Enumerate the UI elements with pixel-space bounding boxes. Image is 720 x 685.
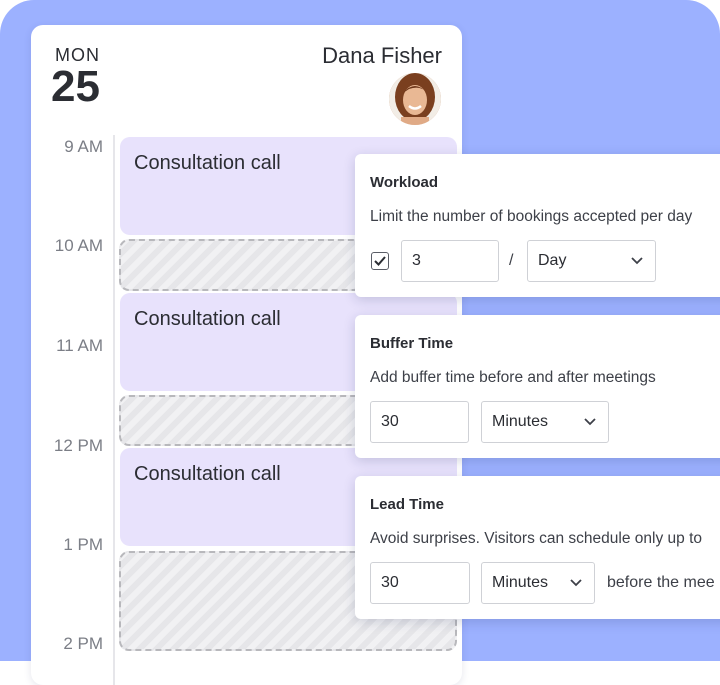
buffer-time-description: Add buffer time before and after meeting… [370,369,656,386]
timeline-divider [113,135,115,685]
lead-time-suffix: before the mee [607,574,715,591]
lead-time-card: Lead Time Avoid surprises. Visitors can … [355,476,720,619]
workload-checkbox[interactable] [371,252,389,270]
event-title: Consultation call [134,152,281,174]
lead-time-title: Lead Time [370,496,444,513]
event-title: Consultation call [134,463,281,485]
workload-period-value: Day [538,252,567,269]
buffer-time-value: 30 [381,413,399,430]
workload-card: Workload Limit the number of bookings ac… [355,154,720,297]
buffer-time-input[interactable]: 30 [370,401,469,443]
time-label-1pm: 1 PM [63,535,103,554]
workload-period-select[interactable]: Day [527,240,656,282]
lead-time-input[interactable]: 30 [370,562,470,604]
avatar-image [389,73,441,125]
event-title: Consultation call [134,308,281,330]
avatar[interactable] [389,73,441,125]
time-label-11am: 11 AM [56,336,103,355]
buffer-time-unit-select[interactable]: Minutes [481,401,609,443]
user-name: Dana Fisher [322,43,442,68]
check-icon [374,256,386,266]
workload-title: Workload [370,174,439,191]
time-label-12pm: 12 PM [53,436,103,455]
buffer-time-unit-value: Minutes [492,413,549,430]
lead-time-value: 30 [381,574,399,591]
time-label-10am: 10 AM [54,236,103,255]
workload-description: Limit the number of bookings accepted pe… [370,208,693,225]
workload-count-value: 3 [412,252,421,269]
time-label-9am: 9 AM [64,137,103,156]
buffer-time-card: Buffer Time Add buffer time before and a… [355,315,720,458]
day-number: 25 [51,62,100,111]
lead-time-description: Avoid surprises. Visitors can schedule o… [370,530,702,547]
chevron-down-icon [584,418,596,426]
lead-time-unit-value: Minutes [492,574,549,591]
workload-separator: / [509,252,514,269]
lead-time-unit-select[interactable]: Minutes [481,562,595,604]
time-label-2pm: 2 PM [63,634,103,653]
workload-count-input[interactable]: 3 [401,240,499,282]
buffer-time-title: Buffer Time [370,335,454,352]
chevron-down-icon [570,579,582,587]
chevron-down-icon [631,257,643,265]
